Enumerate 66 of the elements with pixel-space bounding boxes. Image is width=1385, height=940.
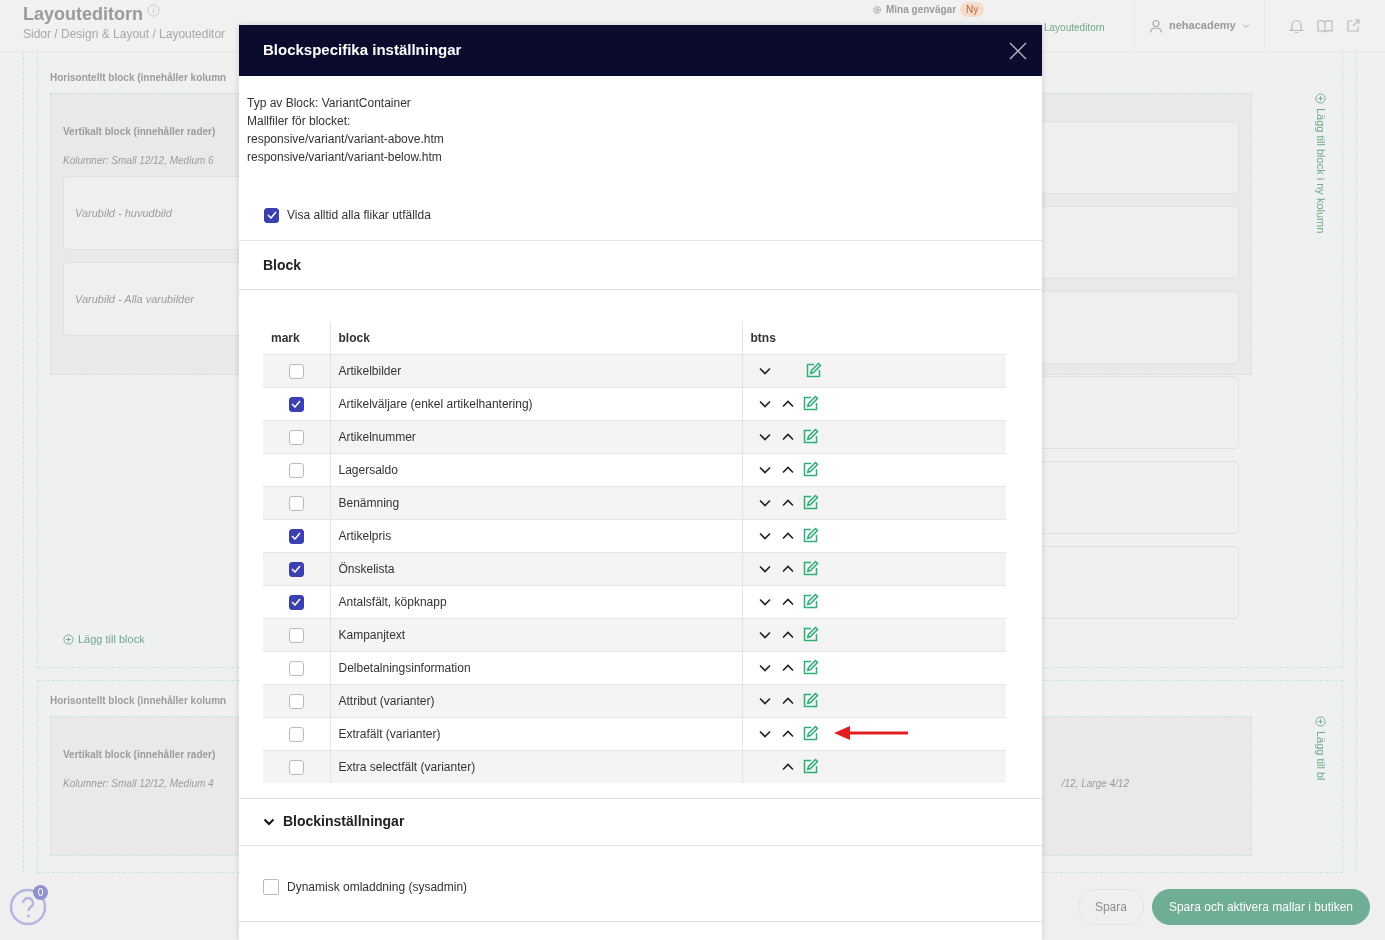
table-cell: Extra selectfält (varianter) [330, 750, 742, 783]
info-icon [147, 4, 160, 18]
close-icon[interactable] [1008, 40, 1028, 61]
block-card-label: Varubild - Alla varubilder [75, 291, 195, 307]
plus-circle-icon [63, 633, 74, 645]
modal-title: Blockspecifika inställningar [263, 40, 462, 61]
block-title: Horisontellt block (innehåller kolumn [50, 71, 227, 85]
checkbox-label: Visa alltid alla flikar utfällda [287, 207, 431, 224]
columns-info: /12, Large 4/12 [1061, 777, 1129, 791]
checkbox[interactable] [288, 660, 304, 676]
checkbox[interactable] [288, 363, 304, 379]
section-title: Blockinställningar [283, 812, 405, 831]
table-cell: Attribut (varianter) [330, 684, 742, 717]
table-cell: Kampanjtext [330, 618, 742, 651]
shortcut-link[interactable]: Layouteditorn [1044, 22, 1105, 33]
info-text: Typ av Block: VariantContainer [247, 95, 412, 112]
checkbox[interactable] [288, 594, 304, 610]
gear-icon [872, 4, 882, 15]
checkbox[interactable] [288, 396, 304, 412]
checkbox[interactable] [288, 429, 304, 445]
book-icon[interactable] [1317, 18, 1333, 33]
checkbox[interactable] [263, 879, 279, 895]
columns-info: Kolumner: Small 12/12, Medium 6 [63, 154, 214, 168]
bell-icon[interactable] [1289, 17, 1304, 34]
checkbox[interactable] [288, 462, 304, 478]
table-cell: Artikelbilder [330, 354, 742, 387]
plus-circle-icon [1314, 93, 1326, 104]
add-column-link[interactable]: Lägg till bl [1312, 716, 1329, 781]
table-cell: Önskelista [330, 552, 742, 585]
checkbox-label: Dynamisk omladdning (sysadmin) [287, 879, 468, 896]
checkbox[interactable] [288, 726, 304, 742]
info-text: Mallfiler för blocket: [247, 113, 352, 130]
help-icon[interactable] [9, 887, 47, 926]
page-title: Layouteditorn [23, 5, 143, 25]
checkbox[interactable] [288, 561, 304, 577]
user-menu[interactable]: nehacademy [1169, 17, 1236, 34]
plus-circle-icon [1314, 716, 1326, 727]
checkbox[interactable] [288, 760, 304, 776]
checkbox[interactable] [288, 693, 304, 709]
checkbox[interactable] [288, 495, 304, 511]
columns-info: Kolumner: Small 12/12, Medium 4 [63, 777, 214, 791]
breadcrumb: Sidor / Design & Layout / Layouteditor [23, 25, 226, 43]
shortcuts-label: Mina genvägar [886, 3, 957, 17]
column-header: mark [263, 322, 330, 354]
table-cell: Benämning [330, 486, 742, 519]
caret-icon [1241, 22, 1250, 29]
column-title: Vertikalt block (innehåller rader) [63, 125, 216, 139]
checkbox[interactable] [288, 627, 304, 643]
block-card-label: Varubild - huvudbild [75, 205, 172, 221]
block-title: Horisontellt block (innehåller kolumn [50, 694, 227, 708]
column-title: Vertikalt block (innehåller rader) [63, 748, 216, 762]
checkbox[interactable] [264, 207, 279, 223]
external-link-icon[interactable] [1346, 18, 1361, 33]
chevron-down-icon[interactable] [263, 817, 275, 826]
save-activate-button[interactable]: Spara och aktivera mallar i butiken [1151, 888, 1370, 925]
info-text: responsive/variant/variant-above.htm [247, 131, 445, 148]
new-badge: Ny [960, 2, 985, 17]
checkbox[interactable] [288, 528, 304, 544]
add-block-link[interactable]: Lägg till block [63, 631, 145, 648]
add-column-link[interactable]: Lägg till block i ny kolumn [1312, 93, 1329, 234]
user-icon [1149, 18, 1163, 33]
table-cell: Artikelnummer [330, 420, 742, 453]
save-button[interactable]: Spara [1077, 888, 1144, 925]
info-text: responsive/variant/variant-below.htm [247, 149, 443, 166]
section-title: Block [263, 257, 302, 273]
notification-count: 0 [33, 884, 48, 900]
